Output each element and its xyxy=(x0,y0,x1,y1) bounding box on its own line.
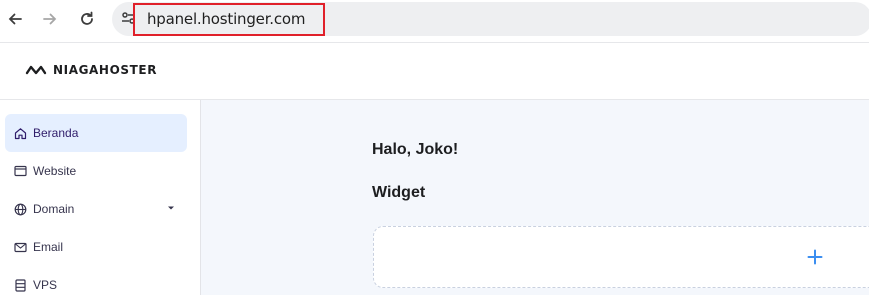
browser-window-icon xyxy=(13,164,27,178)
back-button[interactable] xyxy=(3,7,27,31)
widget-placeholder-card[interactable] xyxy=(373,226,869,288)
forward-button[interactable] xyxy=(38,7,62,31)
logo-text: NIAGAHOSTER xyxy=(53,63,158,77)
sidebar-item-label: Beranda xyxy=(33,126,79,140)
sidebar-item-label: Domain xyxy=(33,202,75,216)
sidebar-item-label: Website xyxy=(33,164,77,178)
infinity-logo-icon xyxy=(25,65,47,75)
sidebar-item-domain[interactable]: Domain xyxy=(5,190,187,228)
add-widget-button[interactable] xyxy=(806,248,824,266)
arrow-right-icon xyxy=(43,13,57,25)
sidebar-item-vps[interactable]: VPS xyxy=(5,266,187,304)
logo[interactable]: NIAGAHOSTER xyxy=(25,63,157,77)
widget-section-title: Widget xyxy=(372,184,426,201)
sidebar-item-email[interactable]: Email xyxy=(5,228,187,266)
reload-button[interactable] xyxy=(75,7,99,31)
chevron-down-icon[interactable] xyxy=(167,205,175,211)
sidebar-item-label: VPS xyxy=(33,278,58,292)
browser-toolbar: hpanel.hostinger.com xyxy=(0,0,869,38)
page-greeting: Halo, Joko! xyxy=(372,141,459,158)
globe-icon xyxy=(13,202,27,216)
reload-icon xyxy=(81,11,93,25)
sidebar-item-beranda[interactable]: Beranda xyxy=(5,114,187,152)
server-icon xyxy=(13,278,27,292)
sidebar-item-website[interactable]: Website xyxy=(5,152,187,190)
plus-icon xyxy=(807,249,823,265)
mail-icon xyxy=(13,240,27,254)
url-text[interactable]: hpanel.hostinger.com xyxy=(147,10,305,28)
home-icon xyxy=(13,126,27,140)
sidebar: Beranda Website Domain Email VPS xyxy=(0,100,201,295)
sidebar-item-label: Email xyxy=(33,240,64,254)
arrow-left-icon xyxy=(8,13,22,25)
